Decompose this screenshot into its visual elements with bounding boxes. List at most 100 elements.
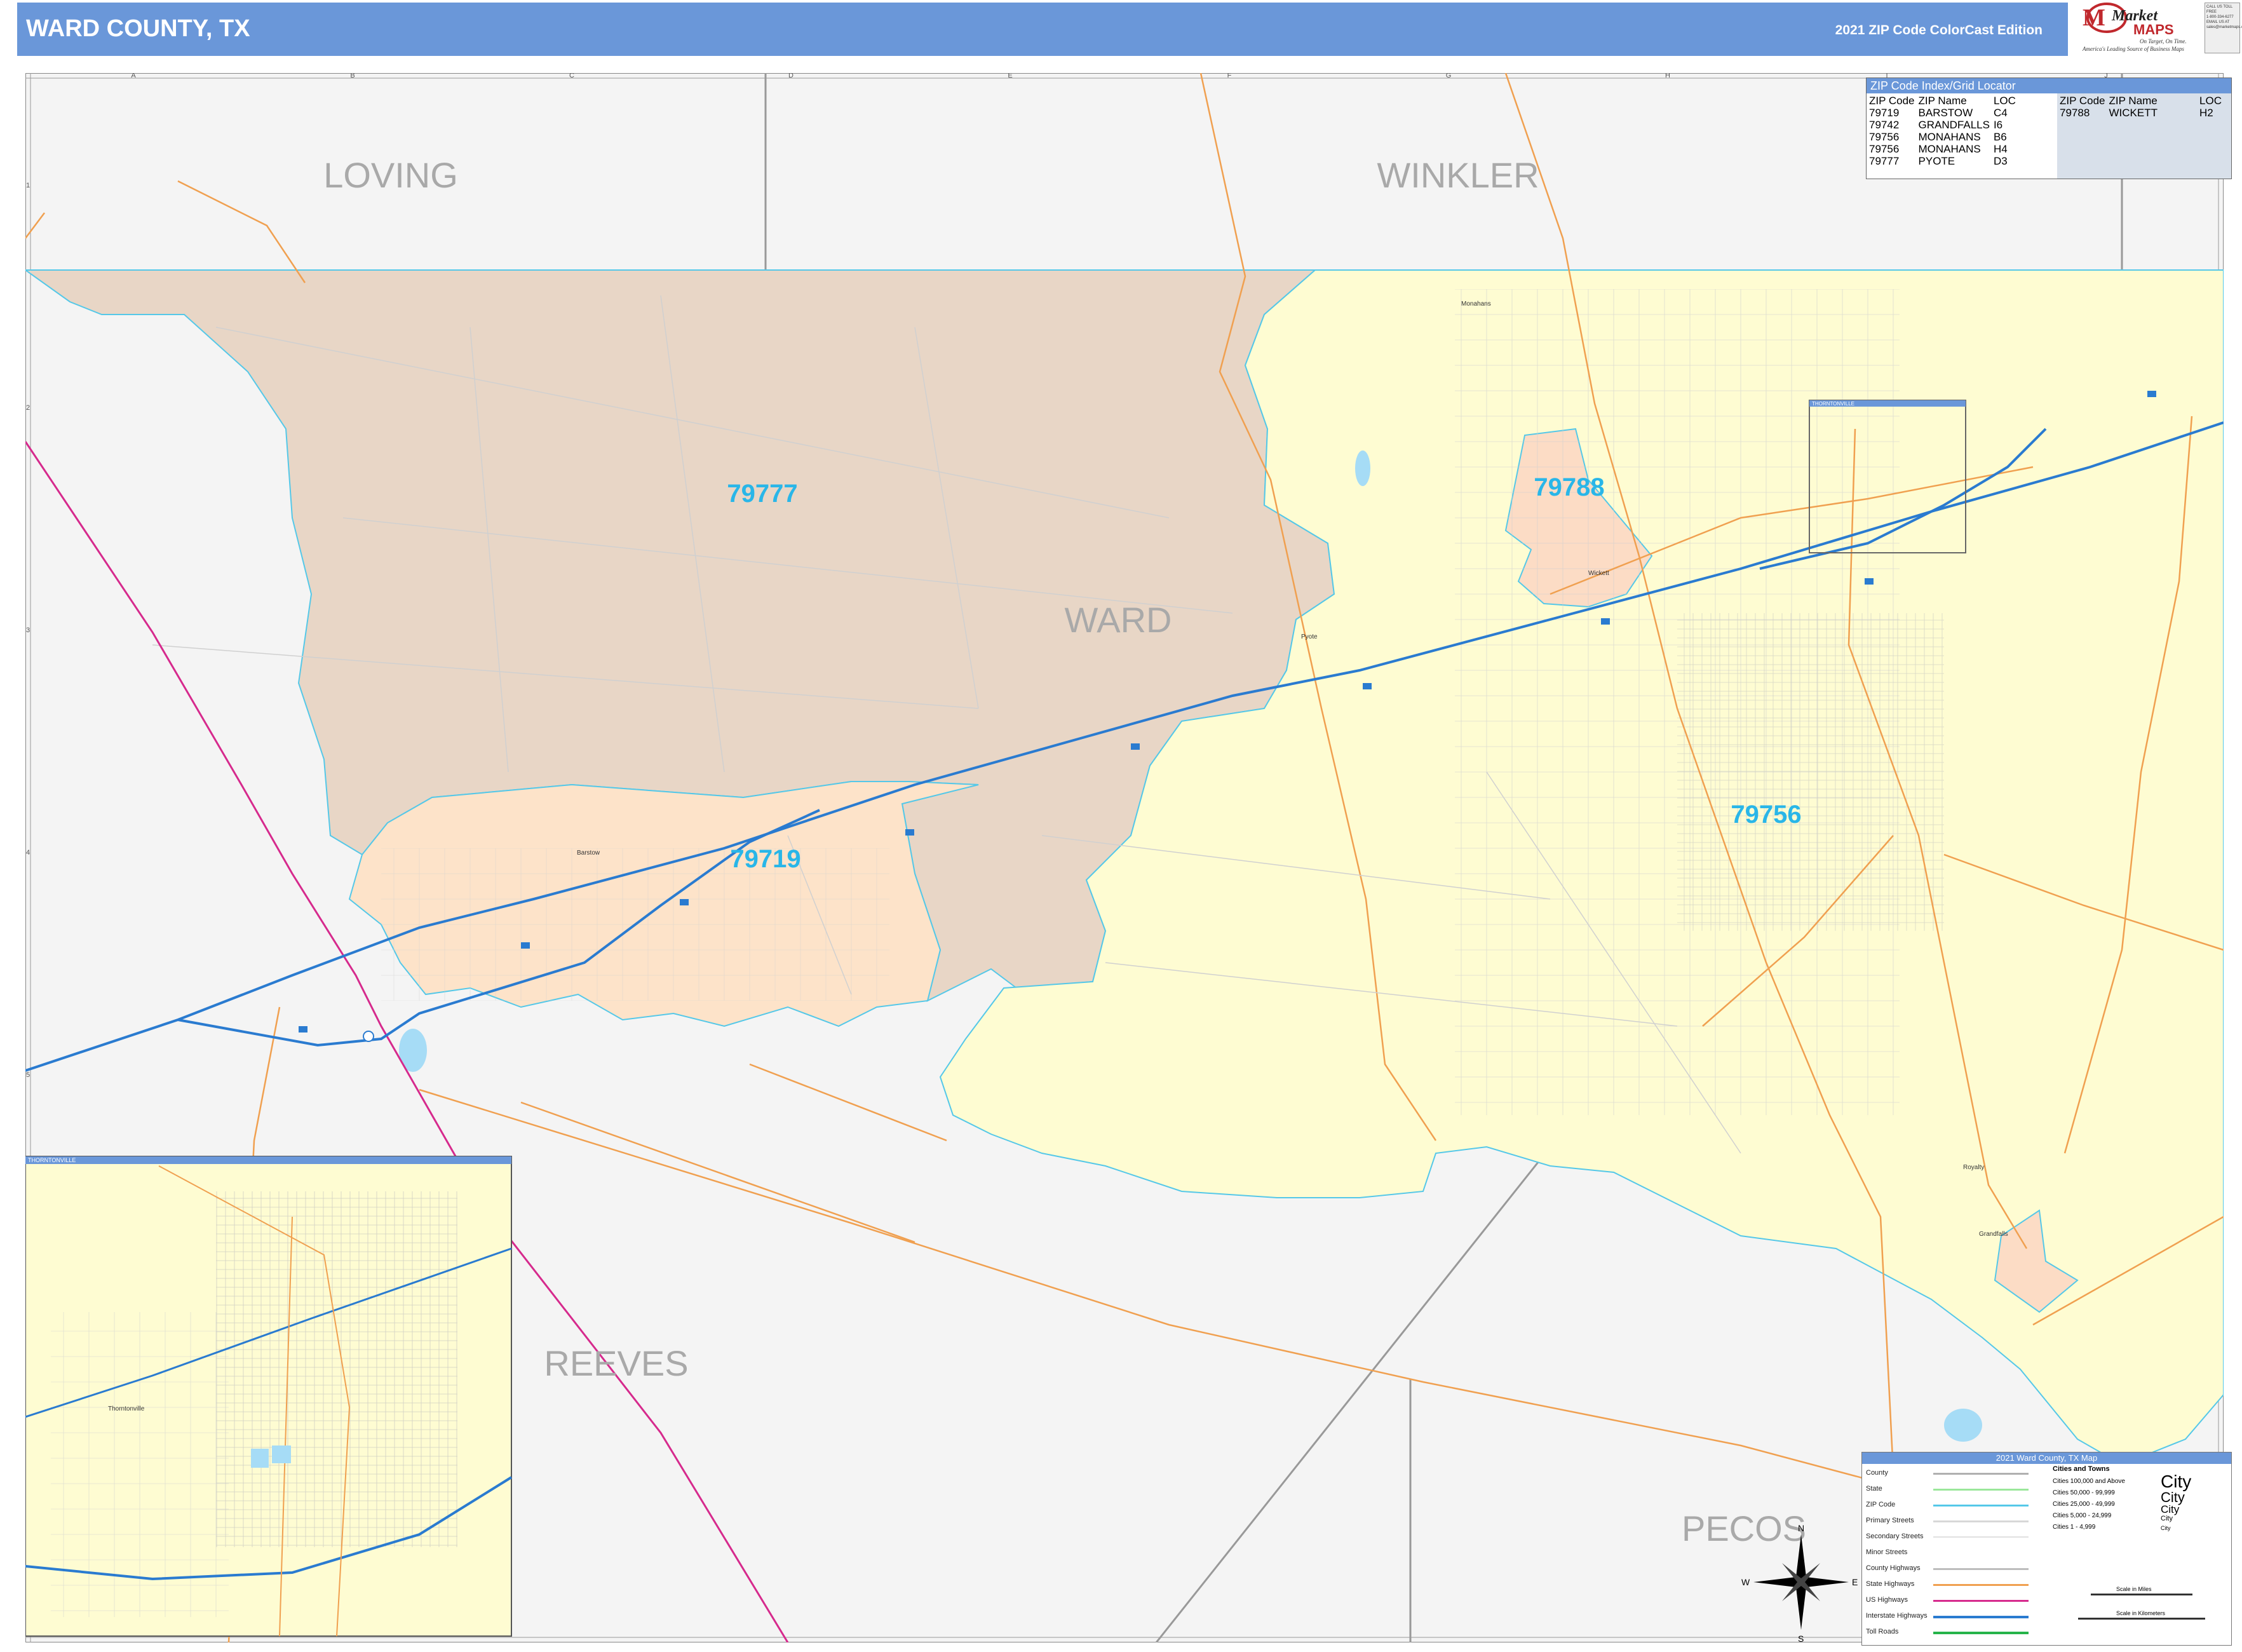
- compass-w: W: [1741, 1577, 1750, 1587]
- zip-label-79788: 79788: [1534, 473, 1604, 501]
- place-grandfalls: Grandfalls: [1979, 1231, 2008, 1238]
- zip-index-header: LOC: [2199, 95, 2222, 107]
- legend-row-county: County: [1866, 1469, 1888, 1477]
- zip-label-79777: 79777: [727, 480, 797, 508]
- zip-index-title: ZIP Code Index/Grid Locator: [1867, 78, 2231, 93]
- svg-text:C: C: [569, 73, 574, 79]
- contact-line: EMAIL US AT: [2206, 20, 2230, 24]
- county-label-pecos: PECOS: [1682, 1508, 1806, 1548]
- logo-tagline: On Target, On Time.: [2140, 38, 2187, 44]
- zip-label-79756: 79756: [1731, 801, 1801, 829]
- header-bar: WARD COUNTY, TX 2021 ZIP Code ColorCast …: [17, 3, 2068, 56]
- place-royalty: Royalty: [1963, 1164, 1984, 1171]
- legend-city-sample-sm: City: [2161, 1515, 2173, 1522]
- legend-row-county-hwy: County Highways: [1866, 1564, 1921, 1572]
- legend-line-county: [1933, 1473, 2029, 1475]
- zip-index-table-left: ZIP Code ZIP Name LOC 79719 BARSTOW C4 797…: [1869, 95, 2020, 167]
- contact-line: 1-800-334-6277: [2206, 15, 2234, 19]
- place-barstow: Barstow: [577, 850, 600, 856]
- svg-text:B: B: [350, 73, 355, 79]
- svg-text:E: E: [1008, 73, 1012, 79]
- legend-row-toll: Toll Roads: [1866, 1628, 1899, 1635]
- inset-title: THORNTONVILLE: [28, 1157, 76, 1163]
- street-network-dense: [1677, 613, 1944, 931]
- svg-text:M: M: [2083, 4, 2105, 31]
- legend-city-row: Cities 50,000 - 99,999: [2053, 1489, 2115, 1496]
- compass-s: S: [1798, 1634, 1804, 1642]
- legend-line-state: [1933, 1489, 2029, 1491]
- zip-index-header: ZIP Code: [2060, 95, 2105, 107]
- locator-box-title: THORNTONVILLE: [1812, 401, 1854, 407]
- county-label-loving: LOVING: [323, 155, 458, 195]
- logo-tagline-2: America's Leading Source of Business Map…: [2082, 46, 2184, 52]
- table-row: 79719 BARSTOW C4: [1869, 107, 2008, 119]
- compass-e: E: [1852, 1577, 1858, 1587]
- contact-line: CALL US TOLL FREE: [2206, 5, 2233, 14]
- logo-graphic: M Market MAPS On Target, On Time. Americ…: [2082, 3, 2187, 52]
- svg-text:F: F: [1227, 73, 1232, 79]
- svg-text:2: 2: [26, 404, 30, 412]
- zip-index-table-right: ZIP Code ZIP Name LOC 79788 WICKETT H2: [2060, 95, 2225, 119]
- svg-text:3: 3: [26, 626, 30, 634]
- legend-scale-bar-km: [2078, 1618, 2205, 1620]
- legend-line-primary: [1933, 1520, 2029, 1522]
- zip-index-header: LOC: [1993, 95, 2016, 107]
- legend-cities-header: Cities and Towns: [2053, 1465, 2110, 1473]
- legend-line-us-hwy: [1933, 1600, 2029, 1602]
- legend-row-primary: Primary Streets: [1866, 1517, 1914, 1524]
- legend-line-secondary: [1933, 1536, 2029, 1538]
- county-map[interactable]: THORNTONVILLE LOVING WINKLER WARD REEVES…: [25, 73, 2224, 1642]
- legend-scale-miles: Scale in Miles: [2116, 1586, 2152, 1592]
- legend-scale-bar-miles: [2091, 1594, 2192, 1595]
- svg-text:G: G: [1446, 73, 1452, 79]
- svg-text:1: 1: [26, 182, 30, 189]
- zip-index-header: ZIP Name: [2109, 95, 2158, 107]
- market-maps-logo: M Market MAPS On Target, On Time. Americ…: [2070, 0, 2203, 55]
- zip-index-right-column: ZIP Code ZIP Name LOC 79788 WICKETT H2: [2057, 93, 2231, 179]
- legend-line-zip: [1933, 1505, 2029, 1506]
- legend-city-row: Cities 100,000 and Above: [2053, 1478, 2125, 1485]
- inset-pond: [251, 1449, 269, 1468]
- compass-n: N: [1798, 1523, 1804, 1533]
- contact-line: sales@marketmaps.com: [2206, 25, 2242, 29]
- legend-scale-km: Scale in Kilometers: [2116, 1610, 2166, 1616]
- legend-city-sample-md: City: [2161, 1503, 2180, 1515]
- svg-text:4: 4: [26, 849, 30, 856]
- zip-code-index: ZIP Code Index/Grid Locator ZIP Code ZIP…: [1866, 78, 2232, 179]
- legend-city-row: Cities 5,000 - 24,999: [2053, 1512, 2112, 1519]
- svg-text:5: 5: [26, 1071, 30, 1079]
- inset-map-thorntonville[interactable]: THORNTONVILLE Thorntonville: [25, 1156, 513, 1637]
- legend-line-state-hwy: [1933, 1584, 2029, 1586]
- legend-title: 2021 Ward County, TX Map: [1862, 1452, 2231, 1464]
- legend-line-toll: [1933, 1632, 2029, 1634]
- legend-line-interstate: [1933, 1616, 2029, 1618]
- legend-row-us-hwy: US Highways: [1866, 1596, 1908, 1604]
- inset-pond-2: [272, 1446, 291, 1463]
- legend-row-zip: ZIP Code: [1866, 1501, 1896, 1508]
- legend-row-interstate: Interstate Highways: [1866, 1612, 1928, 1620]
- zip-index-header: ZIP Name: [1918, 95, 1967, 107]
- svg-text:D: D: [788, 73, 793, 79]
- map-legend: 2021 Ward County, TX Map County State ZI…: [1861, 1452, 2232, 1646]
- legend-city-row: Cities 25,000 - 49,999: [2053, 1501, 2115, 1508]
- table-row: 79756 MONAHANS B6: [1869, 131, 2007, 143]
- legend-city-row: Cities 1 - 4,999: [2053, 1524, 2096, 1531]
- logo-brand-bottom: MAPS: [2133, 22, 2174, 37]
- county-label-winkler: WINKLER: [1377, 155, 1539, 195]
- legend-line-county-hwy: [1933, 1568, 2029, 1570]
- inset-street-grid: [216, 1191, 457, 1547]
- county-label-ward: WARD: [1064, 600, 1172, 640]
- county-label-reeves: REEVES: [544, 1343, 688, 1383]
- legend-row-minor: Minor Streets: [1866, 1548, 1908, 1556]
- page-title: WARD COUNTY, TX: [26, 15, 250, 42]
- legend-row-state: State: [1866, 1485, 1882, 1493]
- inset-place-thorntonville: Thorntonville: [108, 1405, 145, 1412]
- svg-text:H: H: [1665, 73, 1670, 79]
- table-row: 79788 WICKETT H2: [2060, 107, 2213, 119]
- edition-label: 2021 ZIP Code ColorCast Edition: [1835, 23, 2043, 37]
- legend-row-secondary: Secondary Streets: [1866, 1533, 1924, 1540]
- table-row: 79777 PYOTE D3: [1869, 155, 2008, 167]
- place-monahans: Monahans: [1461, 301, 1491, 308]
- svg-text:A: A: [131, 73, 136, 79]
- place-wickett: Wickett: [1588, 570, 1609, 577]
